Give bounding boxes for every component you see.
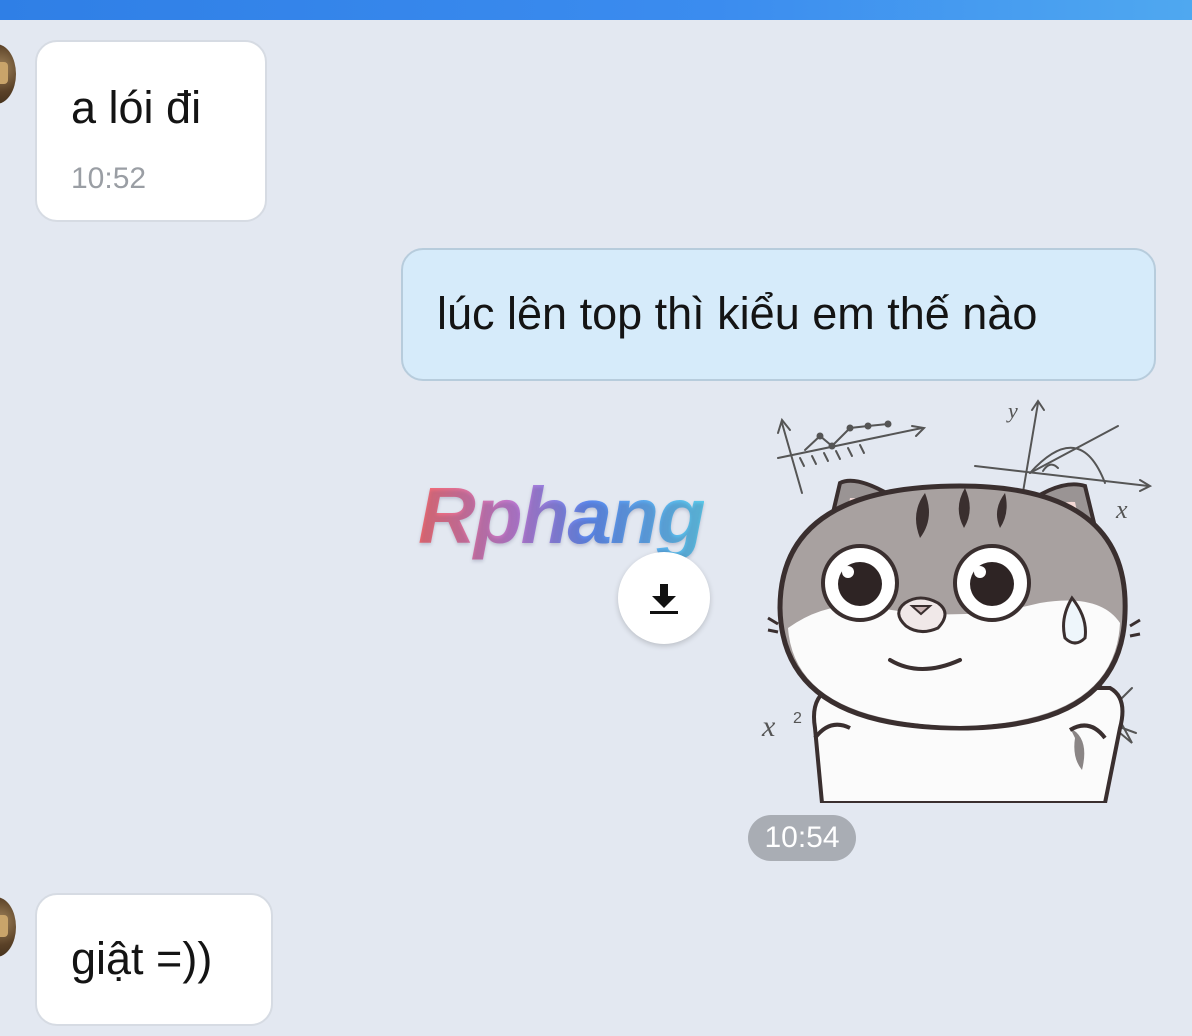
- message-bubble-outgoing[interactable]: lúc lên top thì kiểu em thế nào: [401, 248, 1156, 381]
- message-bubble-incoming[interactable]: giật =)): [35, 893, 273, 1026]
- message-text: lúc lên top thì kiểu em thế nào: [437, 288, 1038, 339]
- message-text: a lói đi: [71, 82, 202, 133]
- svg-text:x: x: [1115, 495, 1128, 524]
- avatar[interactable]: [0, 897, 16, 957]
- message-text: giật =)): [71, 933, 213, 984]
- avatar[interactable]: [0, 44, 16, 104]
- cat-sticker[interactable]: y x x 2: [760, 398, 1160, 803]
- message-time-badge: 10:54: [748, 815, 856, 861]
- top-bar: [0, 0, 1192, 20]
- svg-text:y: y: [1006, 398, 1018, 423]
- message-time: 10:52: [71, 162, 147, 195]
- watermark-logo: Rphang: [418, 471, 706, 560]
- message-bubble-incoming[interactable]: a lói đi 10:52: [35, 40, 267, 222]
- download-icon: [650, 584, 678, 614]
- svg-text:x: x: [761, 710, 776, 743]
- svg-text:2: 2: [793, 710, 802, 727]
- download-button[interactable]: [618, 552, 710, 644]
